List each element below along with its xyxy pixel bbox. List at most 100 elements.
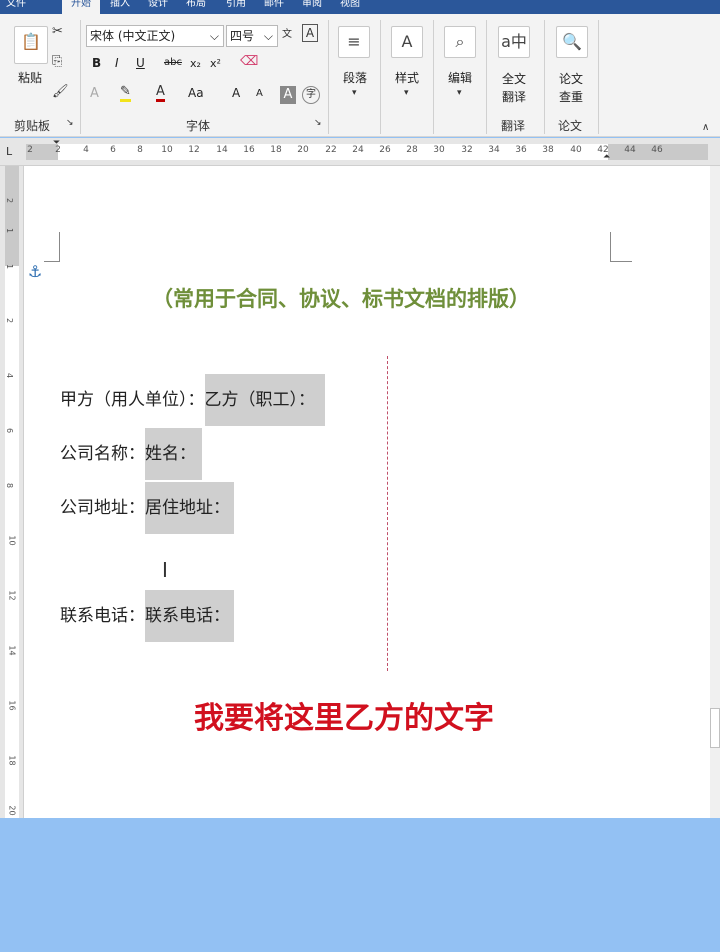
char-border-icon[interactable]: A xyxy=(302,24,318,42)
column-divider-line xyxy=(387,356,388,671)
styles-icon[interactable]: A xyxy=(391,26,423,58)
company-phone-label[interactable]: 联系电话： xyxy=(60,606,145,626)
ruler-number: 10 xyxy=(161,145,173,155)
vruler-number: 6 xyxy=(5,427,15,434)
highlight-color-icon[interactable]: ✎ xyxy=(120,84,131,102)
anchor-icon[interactable]: ⚓ xyxy=(28,262,42,281)
tab-insert[interactable]: 插入 xyxy=(110,0,140,14)
vruler-number: 10 xyxy=(7,535,17,546)
collapse-ribbon-icon[interactable]: ∧ xyxy=(702,122,709,133)
superscript-button[interactable]: x² xyxy=(210,57,221,70)
tab-review[interactable]: 审阅 xyxy=(302,0,332,14)
bold-button[interactable]: B xyxy=(92,56,101,70)
vertical-ruler[interactable]: 2 1 1 2 4 6 8 10 12 14 16 18 20 xyxy=(0,166,24,826)
char-shading-icon[interactable]: A xyxy=(280,86,296,104)
paragraph-button[interactable]: 段落 xyxy=(343,69,367,86)
group-label-clipboard: 剪贴板 xyxy=(14,119,51,133)
paste-button[interactable]: 粘贴 xyxy=(18,69,42,86)
full-translate-label-2[interactable]: 翻译 xyxy=(502,88,526,105)
tab-view[interactable]: 视图 xyxy=(340,0,370,14)
doc-line-name[interactable]: 公司名称：姓名： xyxy=(60,428,202,480)
underline-button[interactable]: U xyxy=(136,56,145,70)
phonetic-guide-icon[interactable]: 文 xyxy=(282,25,292,40)
vruler-number: 12 xyxy=(7,590,17,601)
margin-corner-top-left xyxy=(44,232,60,262)
search-icon[interactable]: ⌕ xyxy=(444,26,476,58)
group-separator xyxy=(598,20,599,134)
vruler-number: 14 xyxy=(7,645,17,656)
party-a-label[interactable]: 甲方（用人单位）： xyxy=(60,390,205,410)
tab-references[interactable]: 引用 xyxy=(226,0,256,14)
dialog-launcher-icon[interactable]: ↘ xyxy=(66,118,74,128)
tab-file[interactable]: 文件 xyxy=(6,0,46,14)
change-case-button[interactable]: Aa xyxy=(188,86,204,100)
ruler-number: 32 xyxy=(461,145,473,155)
text-effects-icon[interactable]: A xyxy=(90,86,99,101)
paste-icon[interactable]: 📋 xyxy=(14,26,48,64)
group-separator xyxy=(544,20,545,134)
italic-button[interactable]: I xyxy=(115,56,119,70)
ribbon-tab-strip: 文件 开始 插入 设计 布局 引用 邮件 审阅 视图 xyxy=(0,0,720,14)
grow-font-button[interactable]: A xyxy=(232,86,240,100)
scrollbar-thumb[interactable] xyxy=(710,708,720,748)
paragraph-icon[interactable]: ≡ xyxy=(338,26,370,58)
editing-button[interactable]: 编辑 xyxy=(448,69,472,86)
vruler-number: 8 xyxy=(5,482,15,489)
employee-phone-label[interactable]: 联系电话： xyxy=(145,590,234,642)
tab-home[interactable]: 开始 xyxy=(62,0,100,14)
font-name-select[interactable]: 宋体 (中文正文) ⌵ xyxy=(86,25,224,47)
group-separator xyxy=(433,20,434,134)
right-indent-marker-icon[interactable]: ⏶ xyxy=(603,152,610,162)
company-name-label[interactable]: 公司名称： xyxy=(60,444,145,464)
font-size-select[interactable]: 四号 ⌵ xyxy=(226,25,278,47)
horizontal-ruler[interactable]: L 2 2 4 6 8 10 12 14 16 18 20 22 24 26 28 30 32 34 36 38 40 4… xyxy=(0,138,720,166)
format-painter-icon[interactable]: 🖌 xyxy=(52,84,69,99)
employee-name-label[interactable]: 姓名： xyxy=(145,428,202,480)
enclose-char-icon[interactable]: 字 xyxy=(302,86,320,104)
translate-icon[interactable]: a中 xyxy=(498,26,530,58)
vruler-number: 18 xyxy=(7,755,17,766)
shrink-font-button[interactable]: A xyxy=(256,88,263,99)
doc-line-phone[interactable]: 联系电话：联系电话： xyxy=(60,590,234,642)
chevron-down-icon: ▾ xyxy=(352,88,357,98)
home-address-label[interactable]: 居住地址： xyxy=(145,482,234,534)
indent-marker-icon[interactable]: ⏷ xyxy=(53,138,60,148)
paper-check-icon[interactable]: 🔍 xyxy=(556,26,588,58)
ruler-number: 28 xyxy=(406,145,418,155)
vertical-scrollbar[interactable] xyxy=(710,166,720,818)
ruler-number: 24 xyxy=(352,145,364,155)
document-page[interactable]: ⚓ （常用于合同、协议、标书文档的排版） 甲方（用人单位）：乙方（职工）： 公司… xyxy=(24,166,710,818)
document-subtitle[interactable]: （常用于合同、协议、标书文档的排版） xyxy=(152,283,530,313)
doc-line-party[interactable]: 甲方（用人单位）：乙方（职工）： xyxy=(60,374,325,426)
paper-check-label-1[interactable]: 论文 xyxy=(559,70,583,87)
font-color-icon[interactable]: A xyxy=(156,84,165,102)
bottom-band xyxy=(0,818,720,952)
doc-line-address[interactable]: 公司地址：居住地址： xyxy=(60,482,234,534)
subscript-button[interactable]: x₂ xyxy=(190,57,201,70)
full-translate-label-1[interactable]: 全文 xyxy=(502,70,526,87)
ruler-number: 34 xyxy=(488,145,500,155)
vruler-number: 2 xyxy=(5,317,15,324)
company-address-label[interactable]: 公司地址： xyxy=(60,498,145,518)
copy-icon[interactable]: ⎘ xyxy=(52,54,62,69)
ruler-number: 20 xyxy=(297,145,309,155)
overlay-caption: 我要将这里乙方的文字 xyxy=(194,701,494,736)
ruler-number: 12 xyxy=(188,145,200,155)
ruler-number: 6 xyxy=(110,145,116,155)
tab-mailings[interactable]: 邮件 xyxy=(264,0,294,14)
vruler-number: 16 xyxy=(7,700,17,711)
ruler-number: 44 xyxy=(624,145,636,155)
party-b-label[interactable]: 乙方（职工）： xyxy=(204,374,325,426)
strikethrough-button[interactable]: abc xyxy=(164,57,182,68)
paper-check-label-2[interactable]: 查重 xyxy=(559,88,583,105)
dialog-launcher-icon[interactable]: ↘ xyxy=(314,118,322,128)
chevron-down-icon: ▾ xyxy=(457,88,462,98)
group-separator xyxy=(328,20,329,134)
ruler-number: 4 xyxy=(83,145,89,155)
cut-icon[interactable]: ✂ xyxy=(52,24,63,39)
clear-formatting-icon[interactable]: ⌫ xyxy=(240,54,258,69)
ruler-number: 18 xyxy=(270,145,282,155)
tab-design[interactable]: 设计 xyxy=(148,0,178,14)
tab-layout[interactable]: 布局 xyxy=(186,0,216,14)
styles-button[interactable]: 样式 xyxy=(395,69,419,86)
